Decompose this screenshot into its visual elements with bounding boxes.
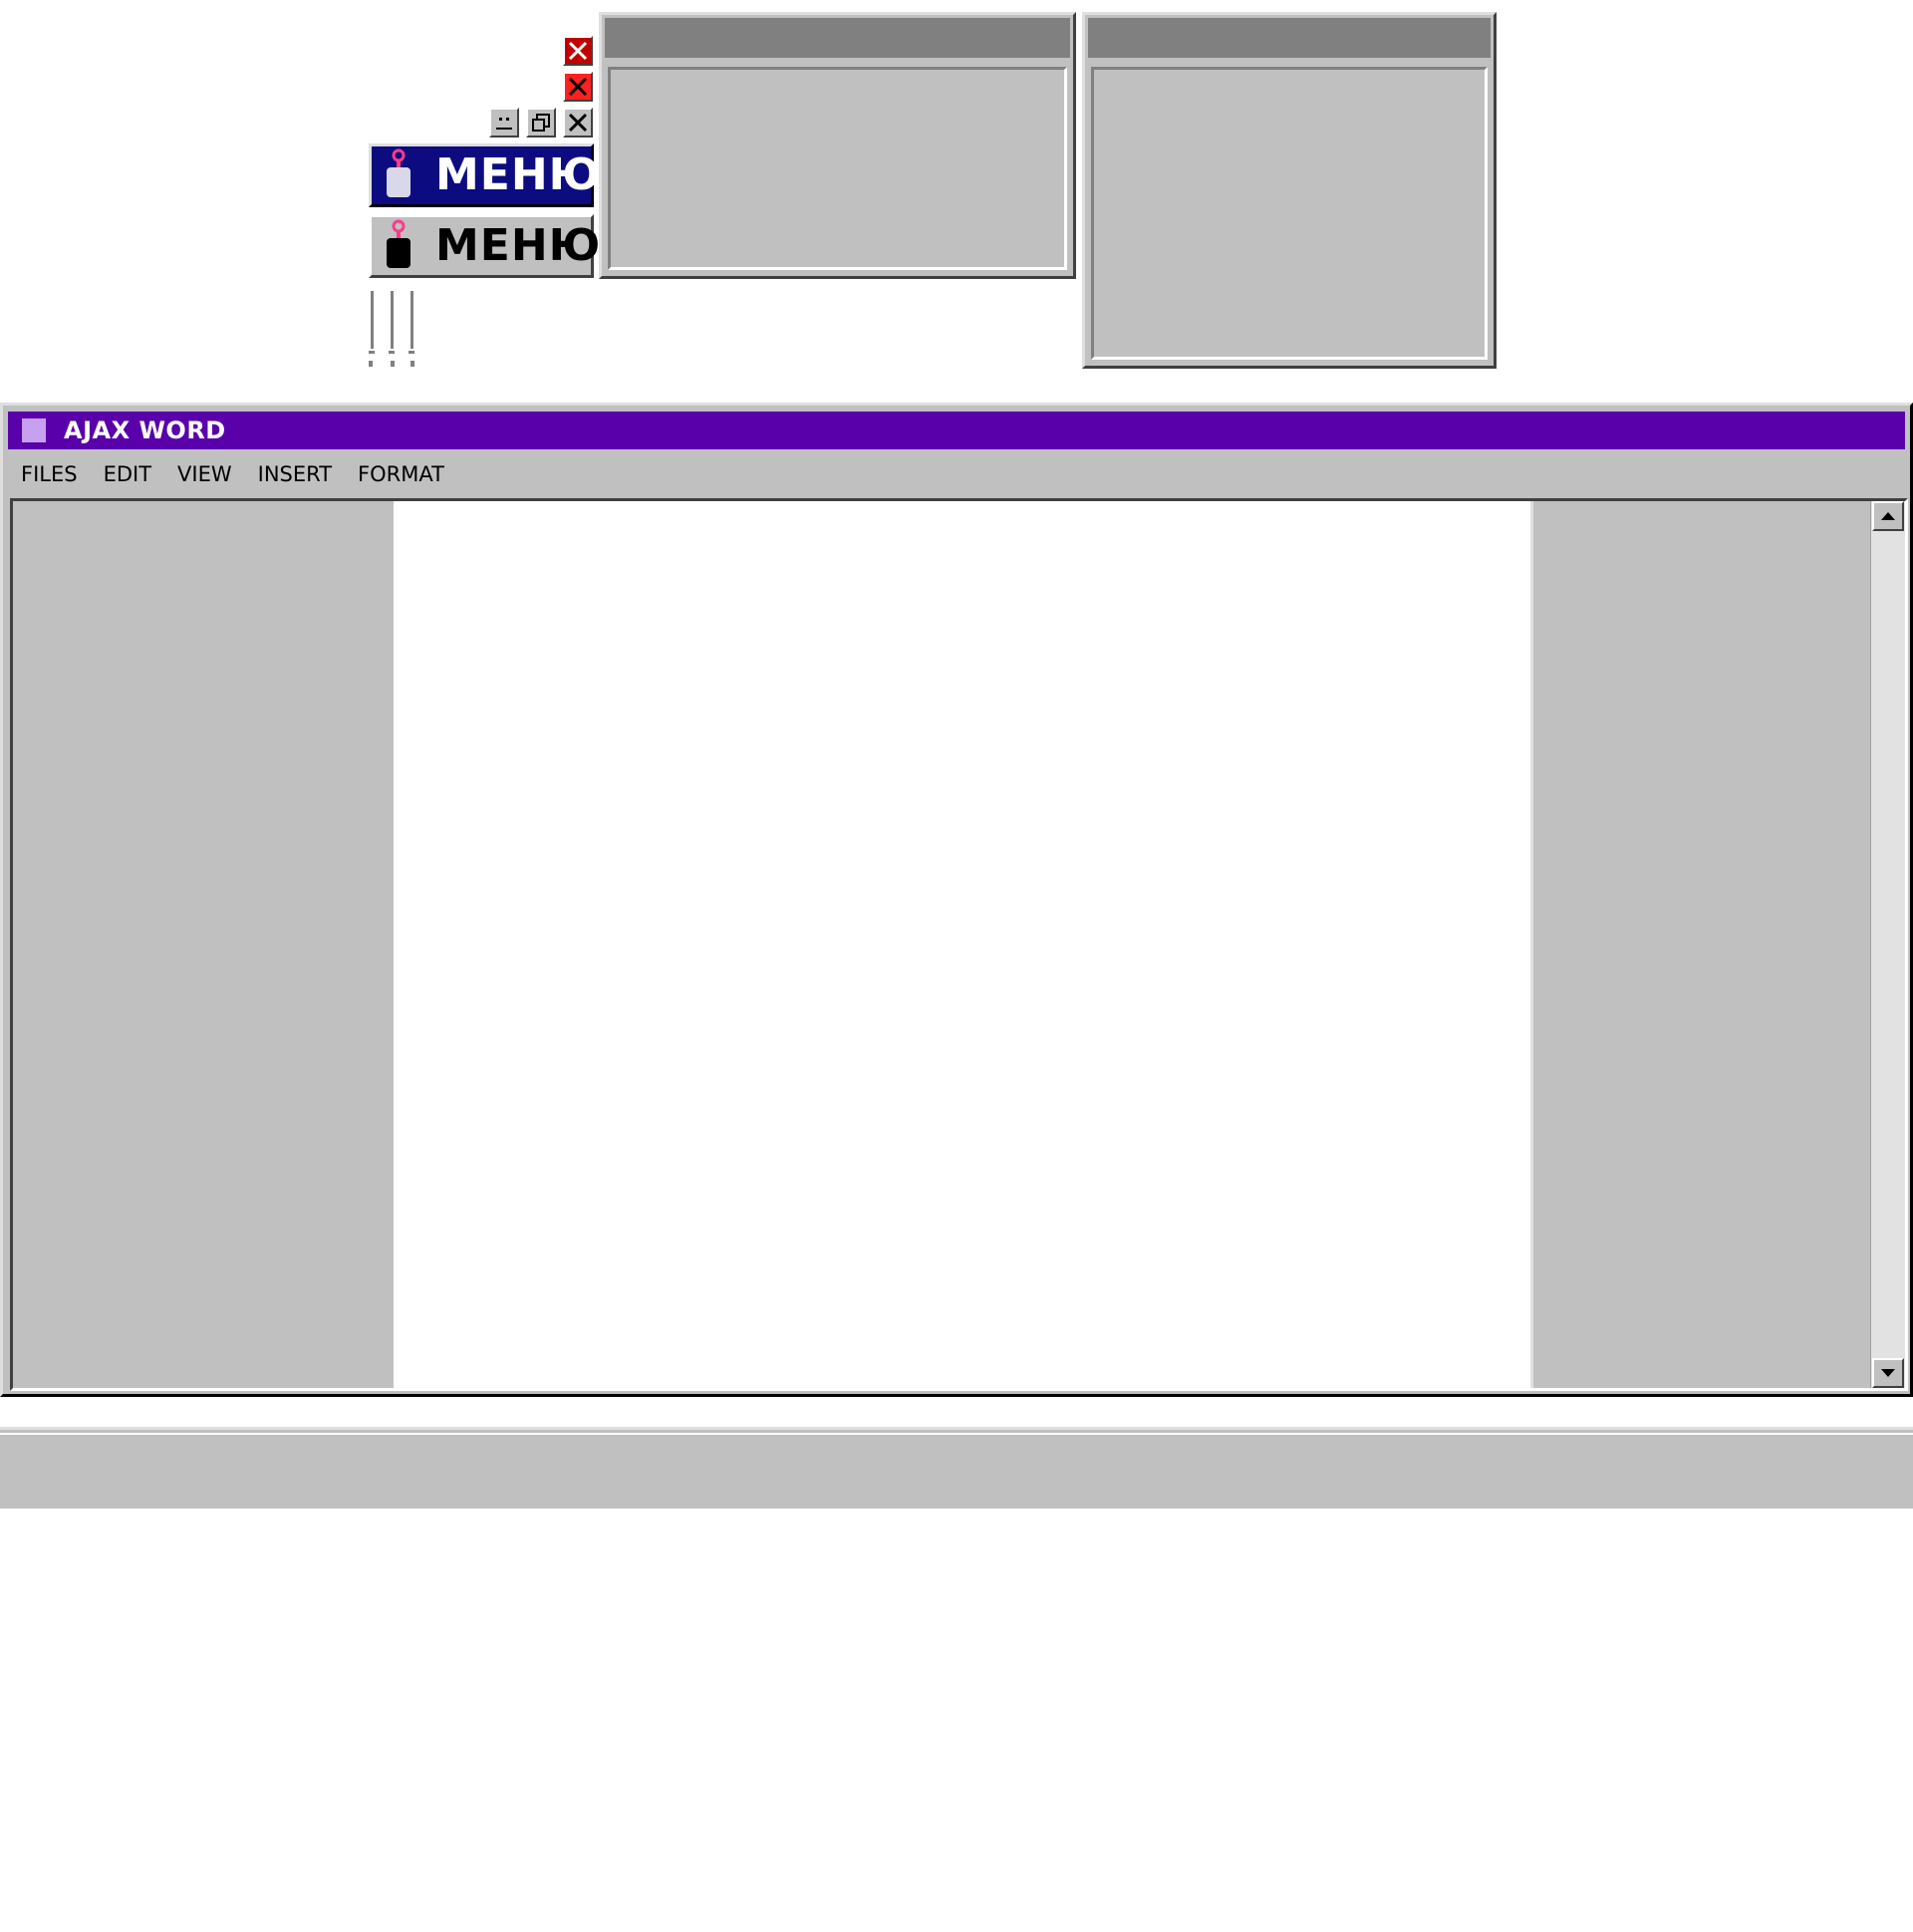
menu-files[interactable]: FILES bbox=[8, 462, 91, 486]
close-icon[interactable] bbox=[563, 36, 593, 66]
menu-figure-icon bbox=[387, 219, 410, 268]
sample-window-body bbox=[1091, 67, 1488, 360]
start-menu-button-active[interactable]: МЕНЮ bbox=[369, 143, 600, 207]
menu-button-label: МЕНЮ bbox=[435, 149, 602, 200]
minimize-icon[interactable] bbox=[489, 108, 519, 138]
document-page[interactable] bbox=[394, 501, 1530, 1388]
document-area bbox=[10, 498, 1908, 1391]
title-bar[interactable]: AJAX WORD bbox=[8, 412, 1905, 449]
resize-grip-icon bbox=[369, 291, 415, 367]
menu-view[interactable]: VIEW bbox=[164, 462, 245, 486]
close-icon[interactable] bbox=[563, 108, 593, 138]
sample-window-body bbox=[608, 67, 1067, 270]
menu-bar: FILES EDIT VIEW INSERT FORMAT bbox=[8, 453, 457, 495]
start-menu-button[interactable]: МЕНЮ bbox=[369, 214, 600, 278]
inactive-title-bar bbox=[605, 18, 1070, 58]
scroll-up-button[interactable] bbox=[1872, 501, 1904, 531]
restore-icon[interactable] bbox=[526, 108, 556, 138]
menu-insert[interactable]: INSERT bbox=[245, 462, 345, 486]
scroll-down-button[interactable] bbox=[1872, 1358, 1904, 1388]
taskbar bbox=[0, 1427, 1913, 1509]
sample-window-inactive bbox=[599, 12, 1076, 279]
left-margin bbox=[13, 501, 394, 1388]
menu-button-label: МЕНЮ bbox=[435, 220, 602, 271]
window-title: AJAX WORD bbox=[64, 416, 226, 444]
app-icon bbox=[22, 418, 46, 442]
menu-figure-icon bbox=[387, 148, 410, 197]
sample-window-inactive bbox=[1082, 12, 1497, 369]
arrow-down-icon bbox=[1881, 1369, 1895, 1377]
inactive-title-bar bbox=[1088, 18, 1491, 58]
menu-format[interactable]: FORMAT bbox=[345, 462, 457, 486]
vertical-scrollbar[interactable] bbox=[1870, 501, 1905, 1388]
arrow-up-icon bbox=[1881, 512, 1895, 520]
menu-edit[interactable]: EDIT bbox=[91, 462, 164, 486]
taskbar-highlight bbox=[0, 1433, 1913, 1435]
right-margin bbox=[1530, 501, 1871, 1388]
app-window: AJAX WORD FILES EDIT VIEW INSERT FORMAT bbox=[0, 403, 1913, 1397]
close-icon[interactable] bbox=[563, 72, 593, 102]
